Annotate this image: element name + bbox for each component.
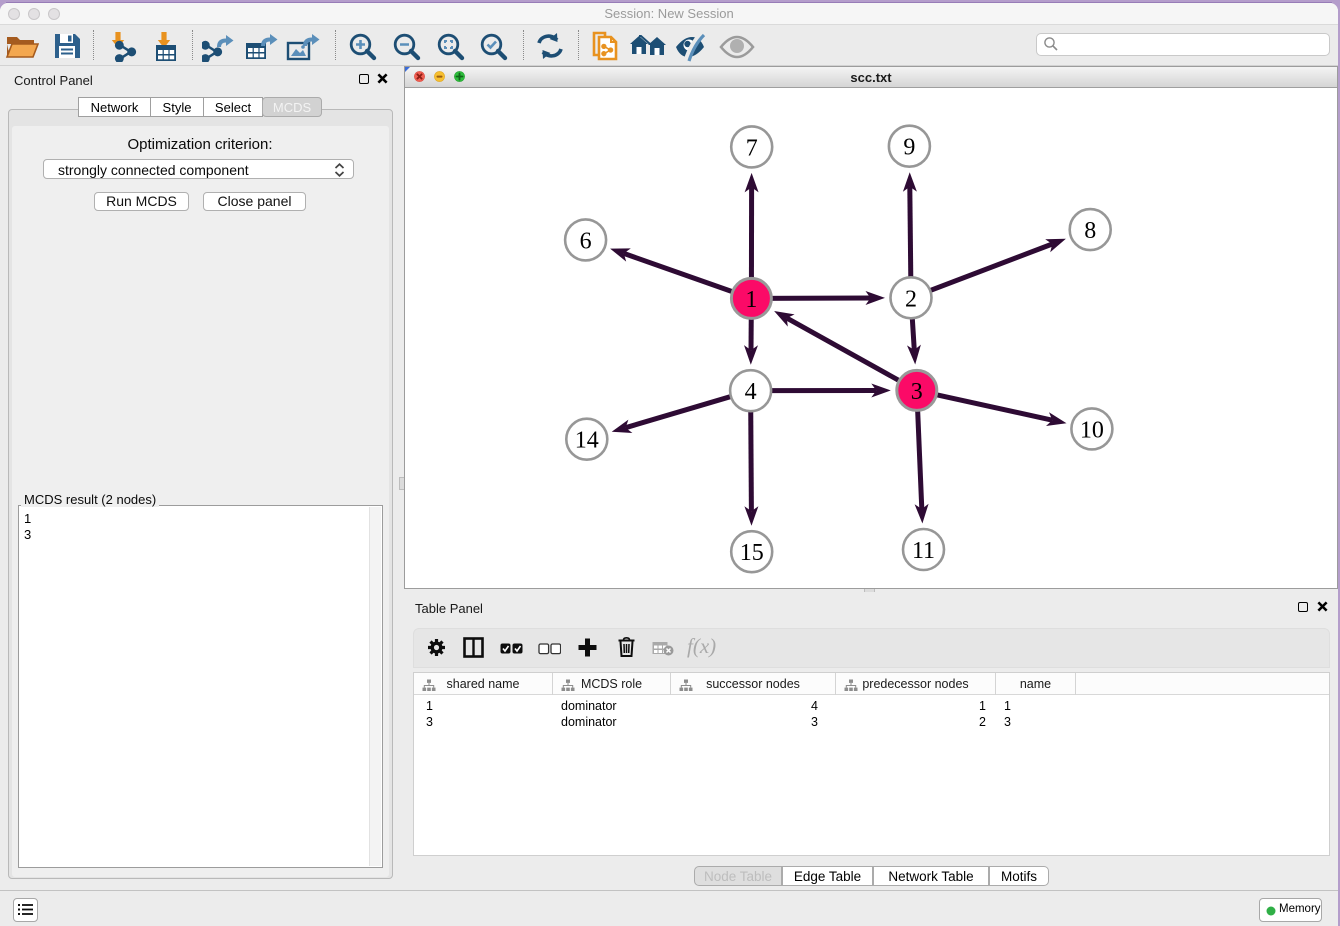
svg-text:11: 11 (912, 538, 935, 564)
svg-text:2: 2 (905, 286, 917, 312)
svg-text:1: 1 (745, 287, 757, 313)
svg-text:10: 10 (1080, 417, 1104, 443)
svg-text:4: 4 (745, 379, 757, 405)
svg-text:15: 15 (740, 540, 764, 566)
svg-text:7: 7 (746, 135, 758, 161)
svg-text:3: 3 (911, 379, 923, 405)
svg-text:14: 14 (575, 428, 599, 454)
svg-text:8: 8 (1084, 218, 1096, 244)
svg-text:6: 6 (580, 228, 592, 254)
svg-text:9: 9 (903, 135, 915, 161)
